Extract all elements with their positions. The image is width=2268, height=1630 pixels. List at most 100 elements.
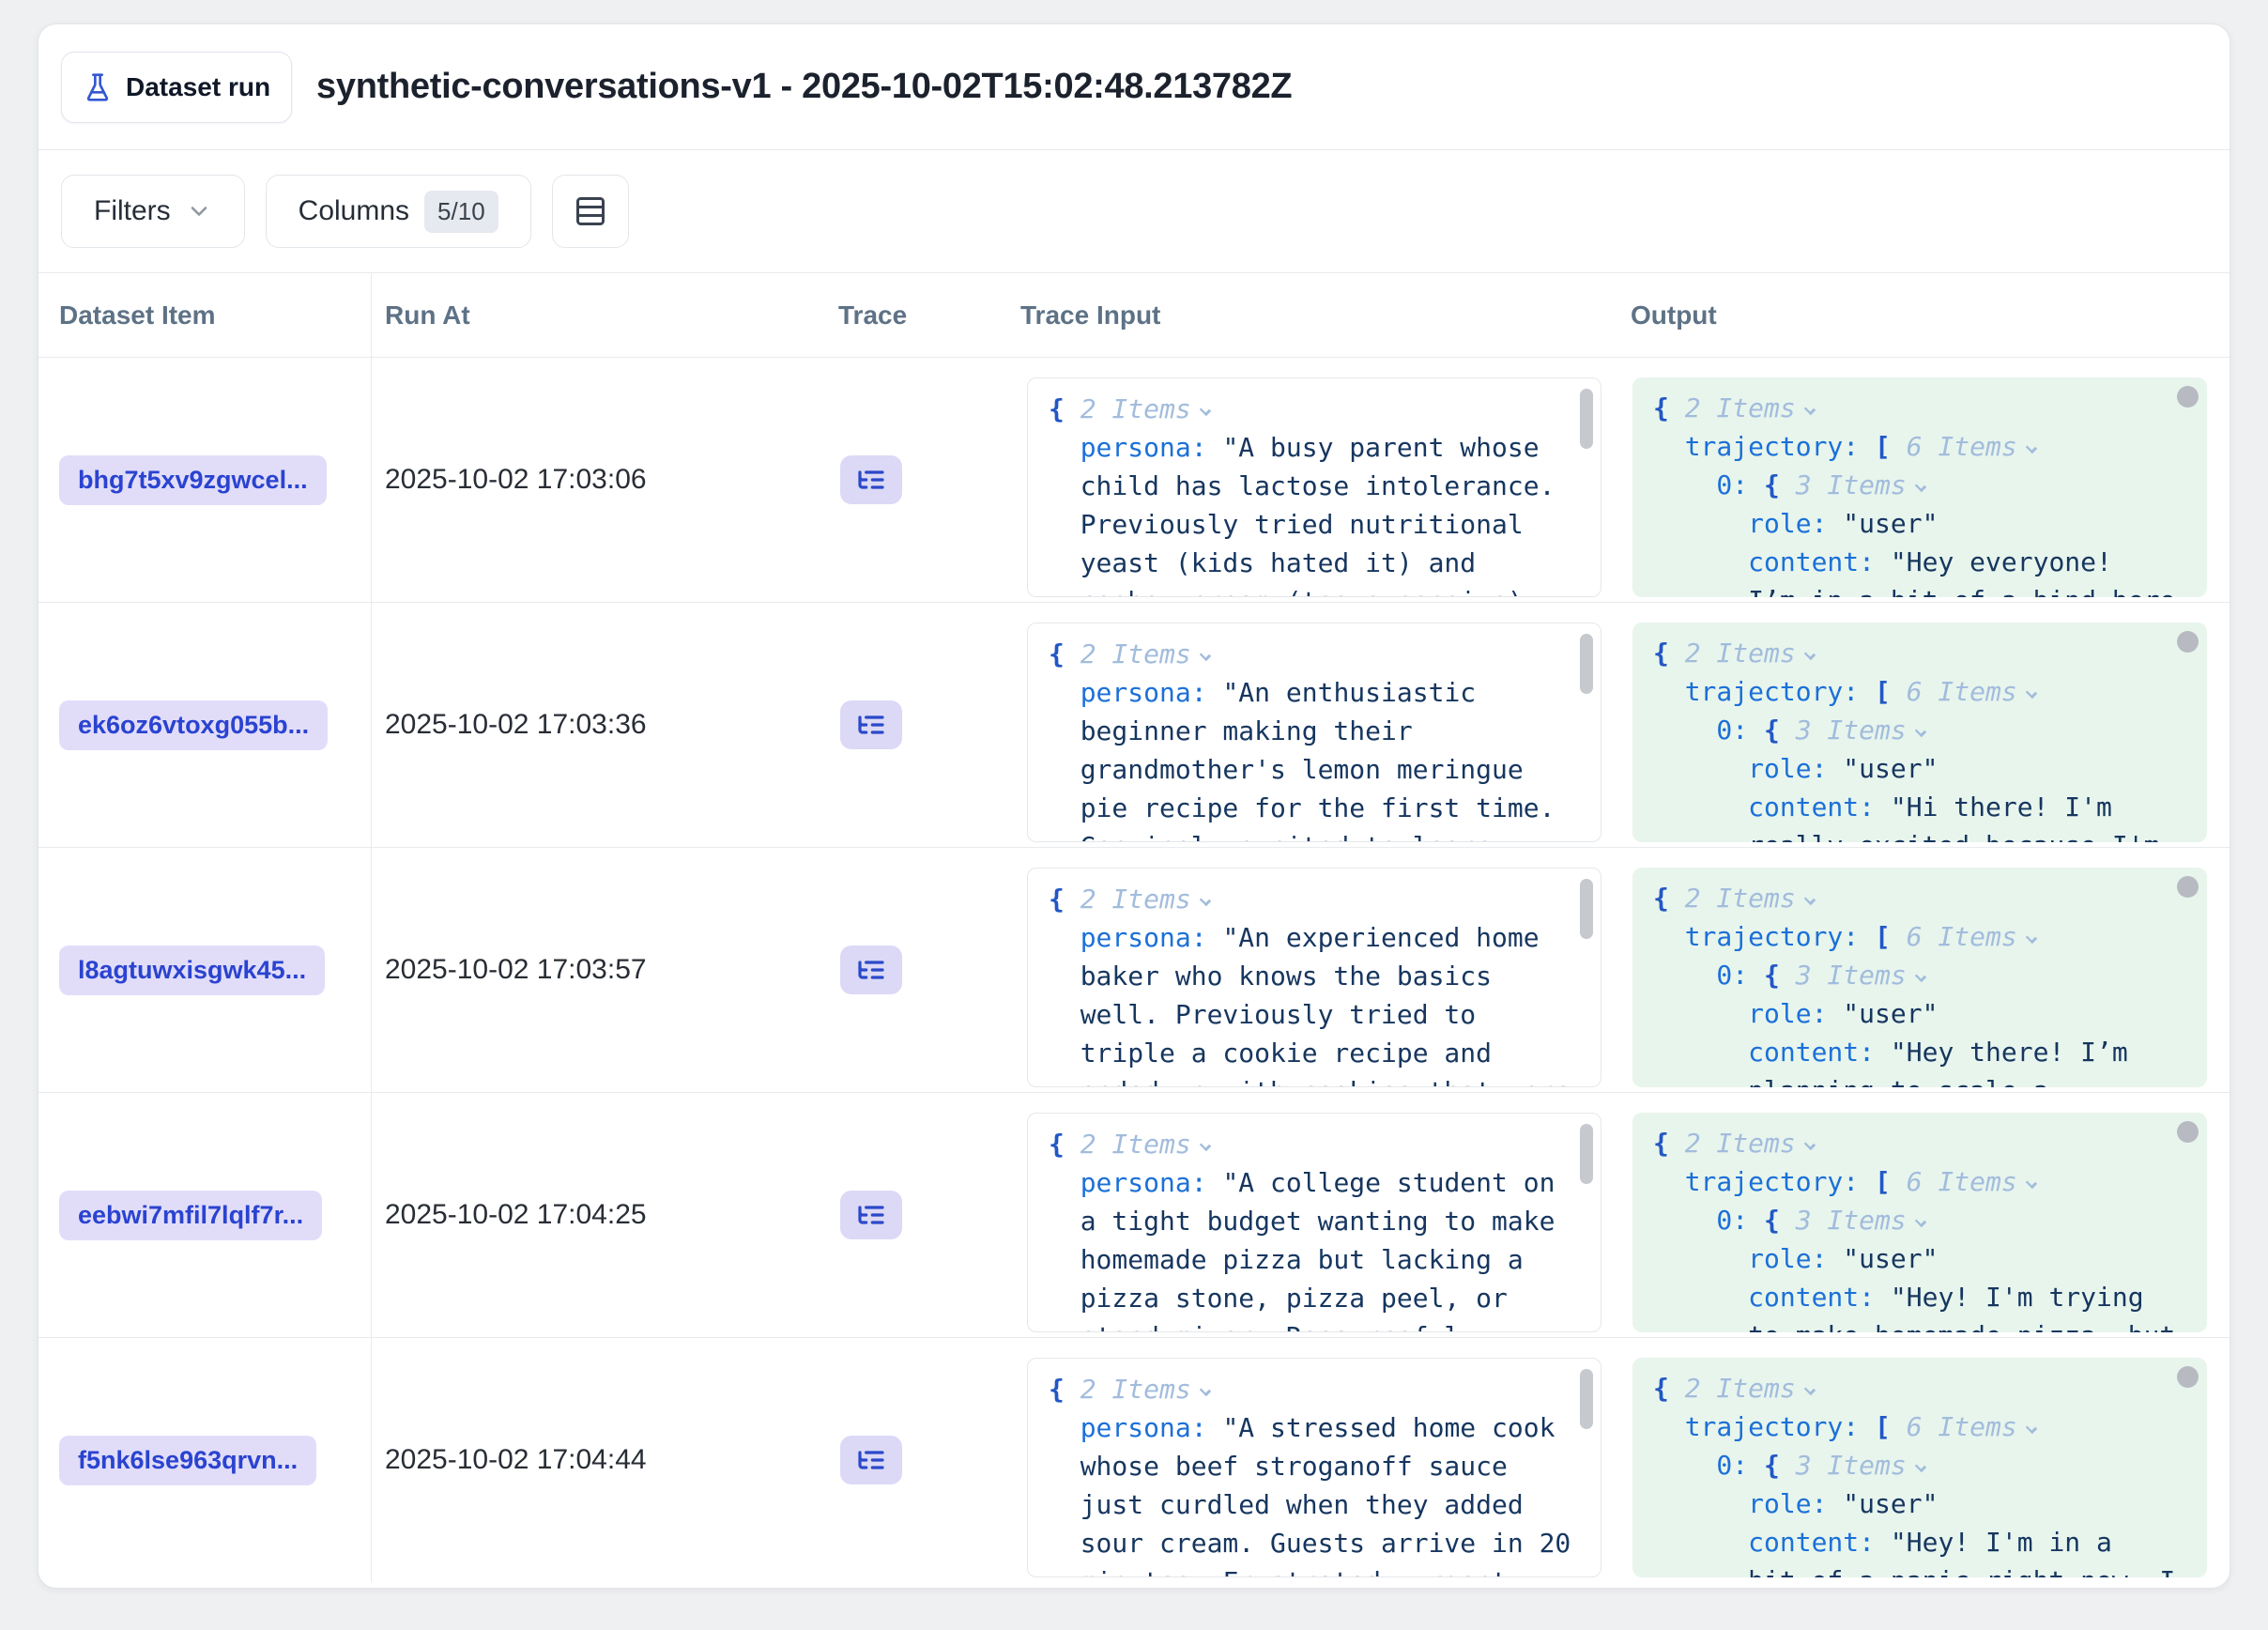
- json-items-count[interactable]: 2 Items: [1080, 884, 1191, 915]
- scrollbar-thumb[interactable]: [2177, 386, 2199, 408]
- trace-input-json-viewer[interactable]: {2 Items persona: "An enthusiastic begin…: [1027, 623, 1601, 842]
- chevron-down-icon: [186, 198, 212, 224]
- json-bracket: [: [1875, 1411, 1891, 1442]
- collapse-chevron-icon[interactable]: [1915, 971, 1926, 982]
- trace-button[interactable]: [840, 946, 902, 994]
- filters-button-label: Filters: [94, 195, 171, 227]
- json-colon: :: [1191, 922, 1223, 953]
- collapse-chevron-icon[interactable]: [2026, 1177, 2037, 1189]
- trace-input-json-viewer[interactable]: {2 Items persona: "A college student on …: [1027, 1113, 1601, 1332]
- scrollbar-thumb[interactable]: [2177, 631, 2199, 653]
- collapse-chevron-icon[interactable]: [1915, 726, 1926, 737]
- json-key: 0: [1716, 960, 1732, 991]
- trace-input-json-viewer[interactable]: {2 Items persona: "A busy parent whose c…: [1027, 377, 1601, 597]
- scrollbar-thumb[interactable]: [1580, 634, 1593, 694]
- json-items-count[interactable]: 6 Items: [1907, 1166, 2017, 1197]
- collapse-chevron-icon[interactable]: [1200, 895, 1211, 906]
- list-tree-icon: [856, 710, 886, 740]
- collapse-chevron-icon[interactable]: [1200, 1385, 1211, 1396]
- collapse-chevron-icon[interactable]: [1804, 894, 1816, 905]
- collapse-chevron-icon[interactable]: [2026, 442, 2037, 454]
- dataset-item-badge[interactable]: l8agtuwxisgwk45...: [59, 946, 325, 995]
- output-json-viewer[interactable]: {2 Items trajectory: [6 Items 0: {3 Item…: [1632, 1358, 2207, 1577]
- json-bracket: [: [1875, 921, 1891, 952]
- collapse-chevron-icon[interactable]: [1915, 1461, 1926, 1472]
- json-brace: {: [1653, 1128, 1669, 1159]
- json-key: trajectory: [1685, 1411, 1844, 1442]
- trace-button[interactable]: [840, 455, 902, 504]
- json-items-count[interactable]: 2 Items: [1685, 1128, 1796, 1159]
- collapse-chevron-icon[interactable]: [1915, 481, 1926, 492]
- page-title: synthetic-conversations-v1 - 2025-10-02T…: [316, 67, 1292, 107]
- json-colon: :: [1812, 1243, 1844, 1274]
- collapse-chevron-icon[interactable]: [2026, 1422, 2037, 1434]
- run-at-value: 2025-10-02 17:03:06: [385, 464, 647, 496]
- collapse-chevron-icon[interactable]: [1804, 649, 1816, 660]
- scrollbar-thumb[interactable]: [2177, 1366, 2199, 1388]
- json-items-count[interactable]: 2 Items: [1685, 392, 1796, 423]
- json-items-count[interactable]: 2 Items: [1685, 1373, 1796, 1404]
- json-items-count[interactable]: 2 Items: [1080, 638, 1191, 669]
- json-colon: :: [1191, 432, 1223, 463]
- json-key: role: [1748, 1488, 1811, 1519]
- collapse-chevron-icon[interactable]: [1915, 1216, 1926, 1227]
- row-height-button[interactable]: [552, 175, 629, 248]
- output-json-viewer[interactable]: {2 Items trajectory: [6 Items 0: {3 Item…: [1632, 377, 2207, 597]
- output-json-viewer[interactable]: {2 Items trajectory: [6 Items 0: {3 Item…: [1632, 868, 2207, 1087]
- scrollbar-thumb[interactable]: [1580, 1124, 1593, 1184]
- collapse-chevron-icon[interactable]: [1804, 404, 1816, 415]
- collapse-chevron-icon[interactable]: [1200, 1140, 1211, 1151]
- dataset-item-badge[interactable]: eebwi7mfil7lqlf7r...: [59, 1191, 322, 1240]
- json-key: content: [1748, 1527, 1859, 1558]
- json-items-count[interactable]: 3 Items: [1796, 960, 1907, 991]
- trace-input-json-viewer[interactable]: {2 Items persona: "An experienced home b…: [1027, 868, 1601, 1087]
- trace-button[interactable]: [840, 1191, 902, 1239]
- dataset-item-badge[interactable]: f5nk6lse963qrvn...: [59, 1436, 316, 1485]
- json-items-count[interactable]: 6 Items: [1907, 431, 2017, 462]
- json-items-count[interactable]: 6 Items: [1907, 1411, 2017, 1442]
- json-items-count[interactable]: 6 Items: [1907, 676, 2017, 707]
- scrollbar-thumb[interactable]: [2177, 1121, 2199, 1143]
- json-colon: :: [1191, 1167, 1223, 1198]
- json-key: persona: [1080, 677, 1191, 708]
- json-string: "user": [1843, 1243, 1938, 1274]
- collapse-chevron-icon[interactable]: [1200, 650, 1211, 661]
- run-at-value: 2025-10-02 17:04:44: [385, 1444, 647, 1476]
- scrollbar-thumb[interactable]: [1580, 389, 1593, 449]
- scrollbar-thumb[interactable]: [1580, 1369, 1593, 1429]
- json-items-count[interactable]: 2 Items: [1685, 883, 1796, 914]
- column-header-dataset-item: Dataset Item: [38, 273, 372, 357]
- json-key: role: [1748, 753, 1811, 784]
- scrollbar-thumb[interactable]: [2177, 876, 2199, 898]
- scrollbar-thumb[interactable]: [1580, 879, 1593, 939]
- json-items-count[interactable]: 2 Items: [1080, 393, 1191, 424]
- collapse-chevron-icon[interactable]: [1804, 1384, 1816, 1395]
- output-json-viewer[interactable]: {2 Items trajectory: [6 Items 0: {3 Item…: [1632, 1113, 2207, 1332]
- filters-button[interactable]: Filters: [61, 175, 245, 248]
- collapse-chevron-icon[interactable]: [2026, 687, 2037, 699]
- trace-button[interactable]: [840, 1436, 902, 1484]
- json-items-count[interactable]: 3 Items: [1796, 1450, 1907, 1481]
- json-items-count[interactable]: 3 Items: [1796, 1205, 1907, 1236]
- json-key: trajectory: [1685, 431, 1844, 462]
- columns-button[interactable]: Columns 5/10: [266, 175, 531, 248]
- json-items-count[interactable]: 3 Items: [1796, 469, 1907, 500]
- toolbar: Filters Columns 5/10: [38, 150, 2230, 272]
- collapse-chevron-icon[interactable]: [2026, 932, 2037, 944]
- json-colon: :: [1859, 1527, 1891, 1558]
- trace-button[interactable]: [840, 700, 902, 749]
- collapse-chevron-icon[interactable]: [1804, 1139, 1816, 1150]
- json-items-count[interactable]: 2 Items: [1685, 638, 1796, 669]
- json-items-count[interactable]: 2 Items: [1080, 1374, 1191, 1405]
- dataset-item-badge[interactable]: bhg7t5xv9zgwcel...: [59, 455, 327, 505]
- json-key: persona: [1080, 1412, 1191, 1443]
- collapse-chevron-icon[interactable]: [1200, 405, 1211, 416]
- json-items-count[interactable]: 3 Items: [1796, 715, 1907, 746]
- json-colon: :: [1812, 753, 1844, 784]
- table-row: ek6oz6vtoxg055b... 2025-10-02 17:03:36 {…: [38, 602, 2230, 847]
- trace-input-json-viewer[interactable]: {2 Items persona: "A stressed home cook …: [1027, 1358, 1601, 1577]
- json-items-count[interactable]: 2 Items: [1080, 1129, 1191, 1160]
- json-items-count[interactable]: 6 Items: [1907, 921, 2017, 952]
- output-json-viewer[interactable]: {2 Items trajectory: [6 Items 0: {3 Item…: [1632, 623, 2207, 842]
- dataset-item-badge[interactable]: ek6oz6vtoxg055b...: [59, 700, 328, 750]
